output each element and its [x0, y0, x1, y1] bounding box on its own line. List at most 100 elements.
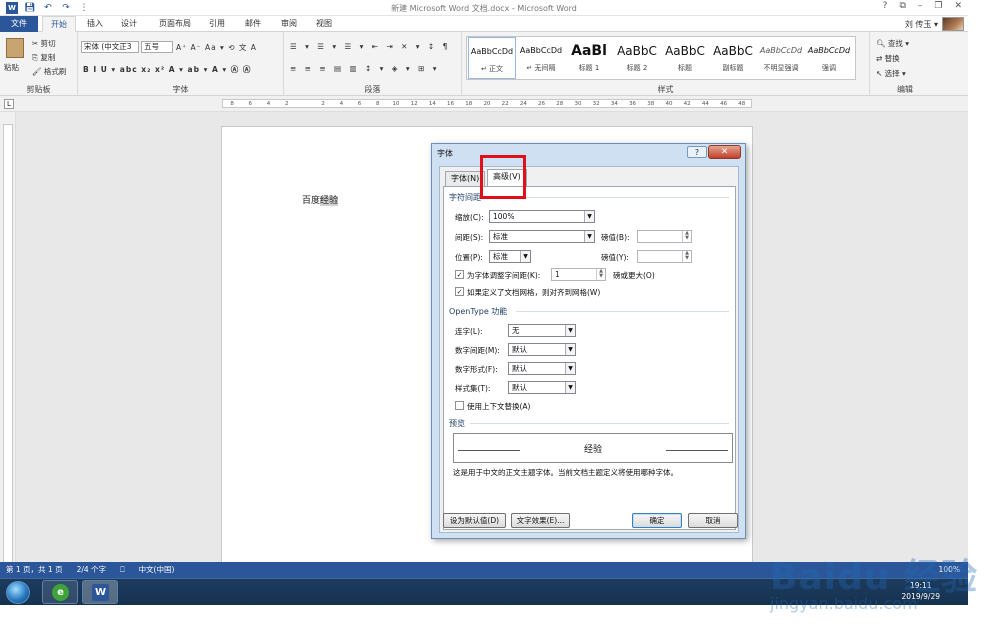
document-text[interactable]: 百度经验: [302, 193, 339, 206]
tab-view[interactable]: 视图: [309, 16, 339, 32]
kerning-spinner[interactable]: 1 ▲ ▼: [551, 268, 606, 281]
spacing-combo[interactable]: 标准 ▼: [489, 230, 595, 243]
language-status[interactable]: 中文(中国): [139, 562, 175, 578]
chevron-down-icon: ▼: [520, 251, 530, 262]
font-label: 字体: [172, 85, 189, 94]
brush-icon: 🖌︎: [32, 67, 44, 76]
position-by-spinner[interactable]: ▲ ▼: [637, 250, 692, 263]
tab-references[interactable]: 引用: [202, 16, 232, 32]
style-title[interactable]: AaBbC 标题: [661, 37, 709, 79]
cancel-button[interactable]: 取消: [688, 513, 738, 528]
spacing-by-spinner[interactable]: ▲ ▼: [637, 230, 692, 243]
advanced-panel: 字符间距 缩放(C): 100% ▼ 间距(S): 标准 ▼ 磅值(B): ▲ ▼ 位…: [443, 186, 736, 530]
style-emphasis[interactable]: AaBbCcDd 强调: [805, 37, 853, 79]
page-count[interactable]: 第 1 页，共 1 页: [6, 562, 63, 578]
style-subtitle[interactable]: AaBbC 副标题: [709, 37, 757, 79]
ruler-tick: 36: [629, 101, 637, 107]
num-forms-combo[interactable]: 默认 ▼: [508, 362, 576, 375]
ruler-tick: 34: [610, 101, 618, 107]
style-subtle-emphasis[interactable]: AaBbCcDd 不明显强调: [757, 37, 805, 79]
styles-label: 样式: [657, 85, 674, 94]
search-icon: 🔍︎: [876, 39, 888, 48]
close-icon[interactable]: ✕: [954, 1, 962, 11]
dialog-close-button[interactable]: ✕: [708, 145, 741, 159]
tab-file[interactable]: 文件: [0, 16, 38, 32]
divider: [494, 197, 729, 198]
scale-combo[interactable]: 100% ▼: [489, 210, 595, 223]
taskbar-app-browser[interactable]: e: [42, 580, 78, 604]
divider: [516, 311, 729, 312]
chevron-down-icon: ▼: [565, 363, 575, 374]
num-spacing-combo[interactable]: 默认 ▼: [508, 343, 576, 356]
tab-insert[interactable]: 插入: [80, 16, 110, 32]
num-forms-label: 数字形式(F):: [455, 365, 498, 374]
kerning-checkbox[interactable]: ✓: [455, 270, 464, 279]
highlight-box: [480, 155, 526, 199]
num-spacing-label: 数字间距(M):: [455, 346, 500, 355]
paste-icon[interactable]: [6, 38, 24, 58]
horizontal-ruler[interactable]: L 8 6 4 2 2 4 6 8 10 12 14 16 18 20 22 24 26 28 30 32 34 36 38…: [0, 96, 968, 112]
ok-button[interactable]: 确定: [632, 513, 682, 528]
selected-text[interactable]: 经验: [320, 196, 339, 206]
ruler-tick: 22: [501, 101, 509, 107]
avatar: [942, 17, 964, 31]
character-spacing-heading: 字符间距: [449, 193, 481, 202]
select-button[interactable]: ↖ 选择 ▾: [876, 68, 906, 79]
copy-button[interactable]: ⎘ 复制: [32, 52, 55, 63]
help-icon[interactable]: ?: [883, 1, 888, 11]
tab-review[interactable]: 审阅: [274, 16, 304, 32]
cut-button[interactable]: ✂ 剪切: [32, 38, 56, 49]
paste-button[interactable]: 粘贴: [4, 62, 19, 73]
proofing-icon[interactable]: ⎕: [120, 562, 125, 578]
font-buttons-row1[interactable]: A⁺ A⁻ Aa ▾ ⟲ 文 A: [176, 42, 257, 53]
style-heading1[interactable]: AaBl 标题 1: [565, 37, 613, 79]
ribbon: 粘贴 ✂ 剪切 ⎘ 复制 🖌︎ 格式刷 剪贴板 宋体 (中文正3 五号 A⁺ A…: [0, 32, 968, 96]
style-normal[interactable]: AaBbCcDd ↵ 正文: [468, 37, 516, 79]
user-account[interactable]: 刘 传玉 ▾: [905, 17, 964, 31]
replace-button[interactable]: ⇄ 替换: [876, 53, 900, 64]
ribbon-display-icon[interactable]: ⧉: [899, 1, 905, 11]
stylistic-label: 样式集(T):: [455, 384, 491, 393]
find-button[interactable]: 🔍︎ 查找 ▾: [876, 38, 909, 49]
grid-checkbox[interactable]: ✓: [455, 287, 464, 296]
chevron-down-icon: ▼: [565, 344, 575, 355]
font-name-combo[interactable]: 宋体 (中文正3: [81, 41, 139, 53]
set-default-button[interactable]: 设为默认值(D): [443, 513, 506, 528]
align-buttons[interactable]: ≡ ≡ ≡ ▤ ▥ ↕ ▾ ◈ ▾ ⊞ ▾: [290, 64, 440, 73]
format-painter-button[interactable]: 🖌︎ 格式刷: [32, 66, 66, 77]
spinner-arrows-icon[interactable]: ▲ ▼: [682, 231, 691, 242]
ruler-tick: 28: [556, 101, 564, 107]
font-group: 宋体 (中文正3 五号 A⁺ A⁻ Aa ▾ ⟲ 文 A B I U ▾ abc…: [78, 32, 284, 96]
stylistic-combo[interactable]: 默认 ▼: [508, 381, 576, 394]
tab-mailings[interactable]: 邮件: [238, 16, 268, 32]
spinner-arrows-icon[interactable]: ▲ ▼: [682, 251, 691, 262]
tab-layout[interactable]: 页面布局: [152, 16, 198, 32]
tab-home[interactable]: 开始: [42, 16, 76, 32]
spinner-arrows-icon[interactable]: ▲ ▼: [596, 269, 605, 280]
restore-icon[interactable]: ❐: [934, 1, 942, 11]
list-buttons[interactable]: ☰ ▾ ☰ ▾ ☰ ▾ ⇤ ⇥ ✕ ▾ ↕ ¶: [290, 42, 450, 51]
word-window: W 💾︎ ↶ ↷ ⋮ 新建 Microsoft Word 文档.docx - M…: [0, 0, 968, 634]
minimize-icon[interactable]: –: [918, 1, 923, 11]
style-heading2[interactable]: AaBbC 标题 2: [613, 37, 661, 79]
paragraph-label: 段落: [364, 85, 381, 94]
ruler-tick: 38: [647, 101, 655, 107]
text-effects-button[interactable]: 文字效果(E)...: [511, 513, 570, 528]
font-buttons-row2[interactable]: B I U ▾ abc x₂ x² A ▾ ab ▾ A ▾ Ⓐ Ⓐ: [83, 64, 251, 75]
tab-design[interactable]: 设计: [114, 16, 144, 32]
position-by-label: 磅值(Y):: [601, 253, 629, 262]
tab-stop-icon[interactable]: L: [4, 99, 14, 109]
start-button[interactable]: [6, 581, 30, 604]
font-size-combo[interactable]: 五号: [141, 41, 173, 53]
style-no-spacing[interactable]: AaBbCcDd ↵ 无间隔: [517, 37, 565, 79]
taskbar-app-word[interactable]: W: [82, 580, 118, 604]
contextual-checkbox[interactable]: [455, 401, 464, 410]
word-count[interactable]: 2/4 个字: [77, 562, 106, 578]
browser-icon: e: [52, 584, 69, 601]
ruler-tick: 12: [410, 101, 418, 107]
ligatures-combo[interactable]: 无 ▼: [508, 324, 576, 337]
position-combo[interactable]: 标准 ▼: [489, 250, 531, 263]
dialog-help-button[interactable]: ?: [687, 146, 707, 158]
ruler-tick: 18: [465, 101, 473, 107]
vertical-ruler: [0, 112, 16, 564]
